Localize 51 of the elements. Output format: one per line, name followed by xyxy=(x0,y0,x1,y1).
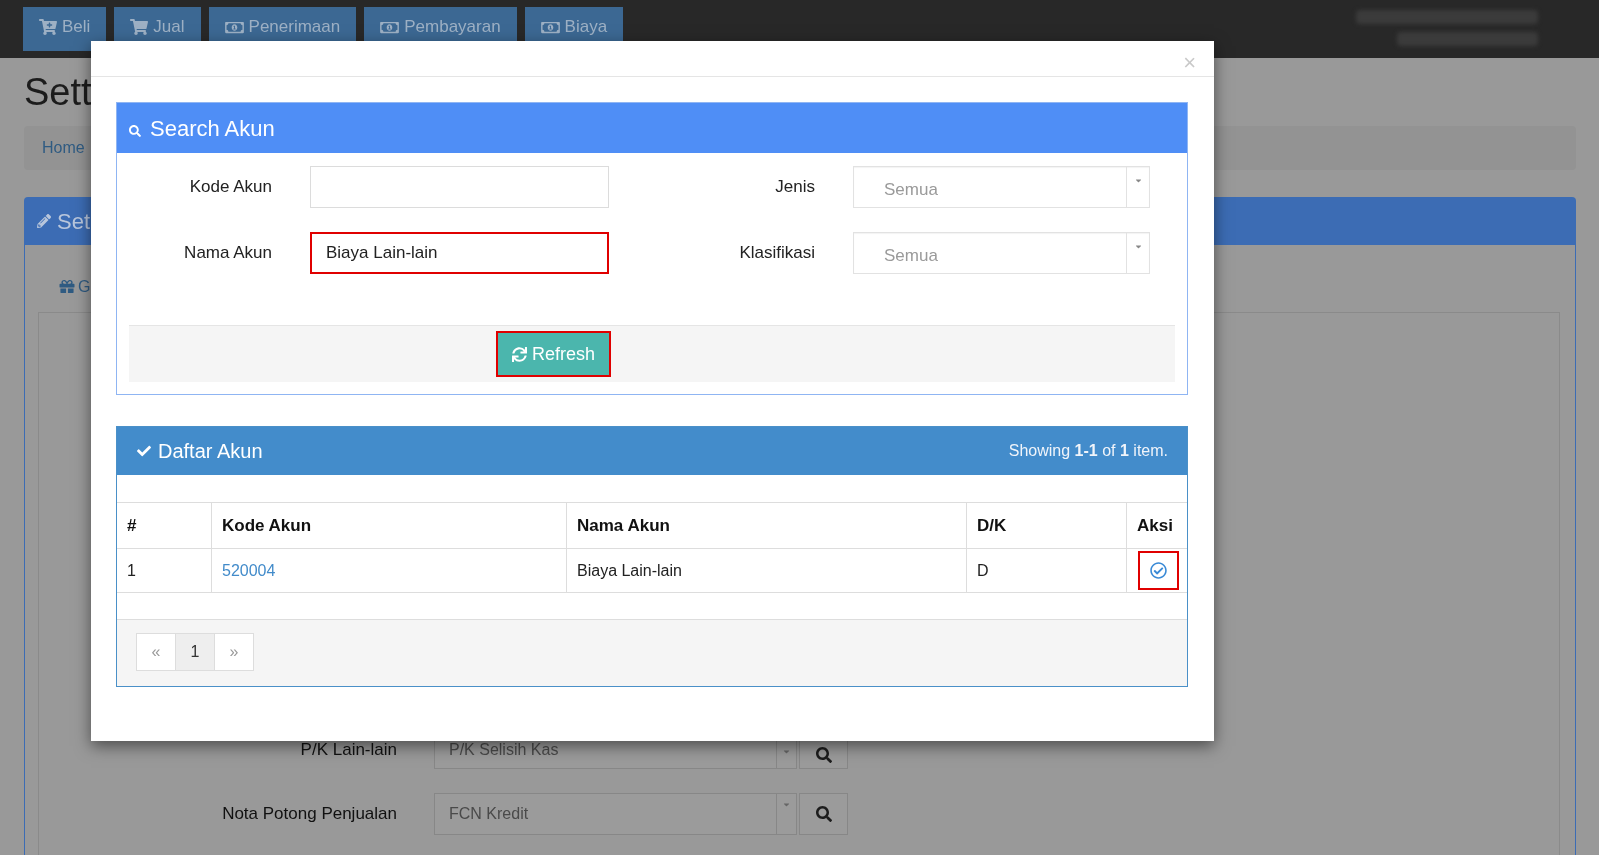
account-code-link[interactable]: 520004 xyxy=(222,558,276,583)
column-header: # xyxy=(126,514,138,537)
caret-icon xyxy=(783,747,790,756)
field-label: Jenis xyxy=(775,176,816,199)
cart-plus-icon xyxy=(39,19,57,35)
select-field[interactable]: FCN Kredit xyxy=(434,793,797,835)
breadcrumb-link[interactable]: Home xyxy=(42,136,85,160)
field-label: Kode Akun xyxy=(189,176,273,199)
panel-tab[interactable]: G xyxy=(78,277,91,297)
table-cell-text: 1 xyxy=(126,560,137,581)
banknote-icon xyxy=(380,19,400,35)
field-label: Nama Akun xyxy=(184,242,273,265)
close-button[interactable]: × xyxy=(1183,51,1196,74)
table-cell: Biaya Lain-lain xyxy=(566,549,966,592)
panel-title: Daftar Akun xyxy=(158,439,263,464)
refresh-icon xyxy=(512,346,527,362)
caret-icon xyxy=(1134,242,1142,251)
input-field[interactable]: Biaya Lain-lain xyxy=(310,232,609,274)
pencil-icon xyxy=(37,214,51,228)
check-icon xyxy=(136,444,152,458)
search-icon xyxy=(815,746,832,763)
input-field[interactable] xyxy=(310,166,609,208)
panel-title: Search Akun xyxy=(150,114,275,143)
panel-title: Set xyxy=(57,207,91,236)
page-title: Sett xyxy=(24,70,92,114)
column-header: Nama Akun xyxy=(566,503,966,548)
search-button[interactable] xyxy=(799,793,848,835)
column-header: Aksi xyxy=(1126,503,1187,548)
search-icon xyxy=(815,806,832,822)
banknote-icon xyxy=(540,19,560,35)
nav-tab[interactable]: Beli xyxy=(23,7,107,51)
table-cell: D xyxy=(966,549,1126,592)
page-link[interactable]: 1 xyxy=(175,633,215,671)
search-button[interactable] xyxy=(799,741,848,769)
select-field[interactable]: Semua xyxy=(853,166,1150,208)
search-icon xyxy=(129,124,141,137)
caret-icon xyxy=(783,800,790,809)
select-field[interactable]: P/K Selisih Kas xyxy=(434,741,797,769)
form-label: P/K Lain-lain xyxy=(299,741,398,761)
column-header: D/K xyxy=(966,503,1126,548)
column-header: Kode Akun xyxy=(211,503,566,548)
cart-icon xyxy=(130,19,149,35)
select-account-button[interactable] xyxy=(1138,551,1179,590)
banknote-icon xyxy=(224,19,244,35)
refresh-button[interactable]: Refresh xyxy=(496,331,611,377)
form-label: Nota Potong Penjualan xyxy=(221,805,398,823)
caret-icon xyxy=(1134,176,1142,185)
select-field[interactable]: Semua xyxy=(853,232,1150,274)
field-label: Klasifikasi xyxy=(739,242,816,265)
results-summary: Showing 1-1 of 1 item. xyxy=(1008,441,1168,461)
gift-icon xyxy=(59,279,75,294)
